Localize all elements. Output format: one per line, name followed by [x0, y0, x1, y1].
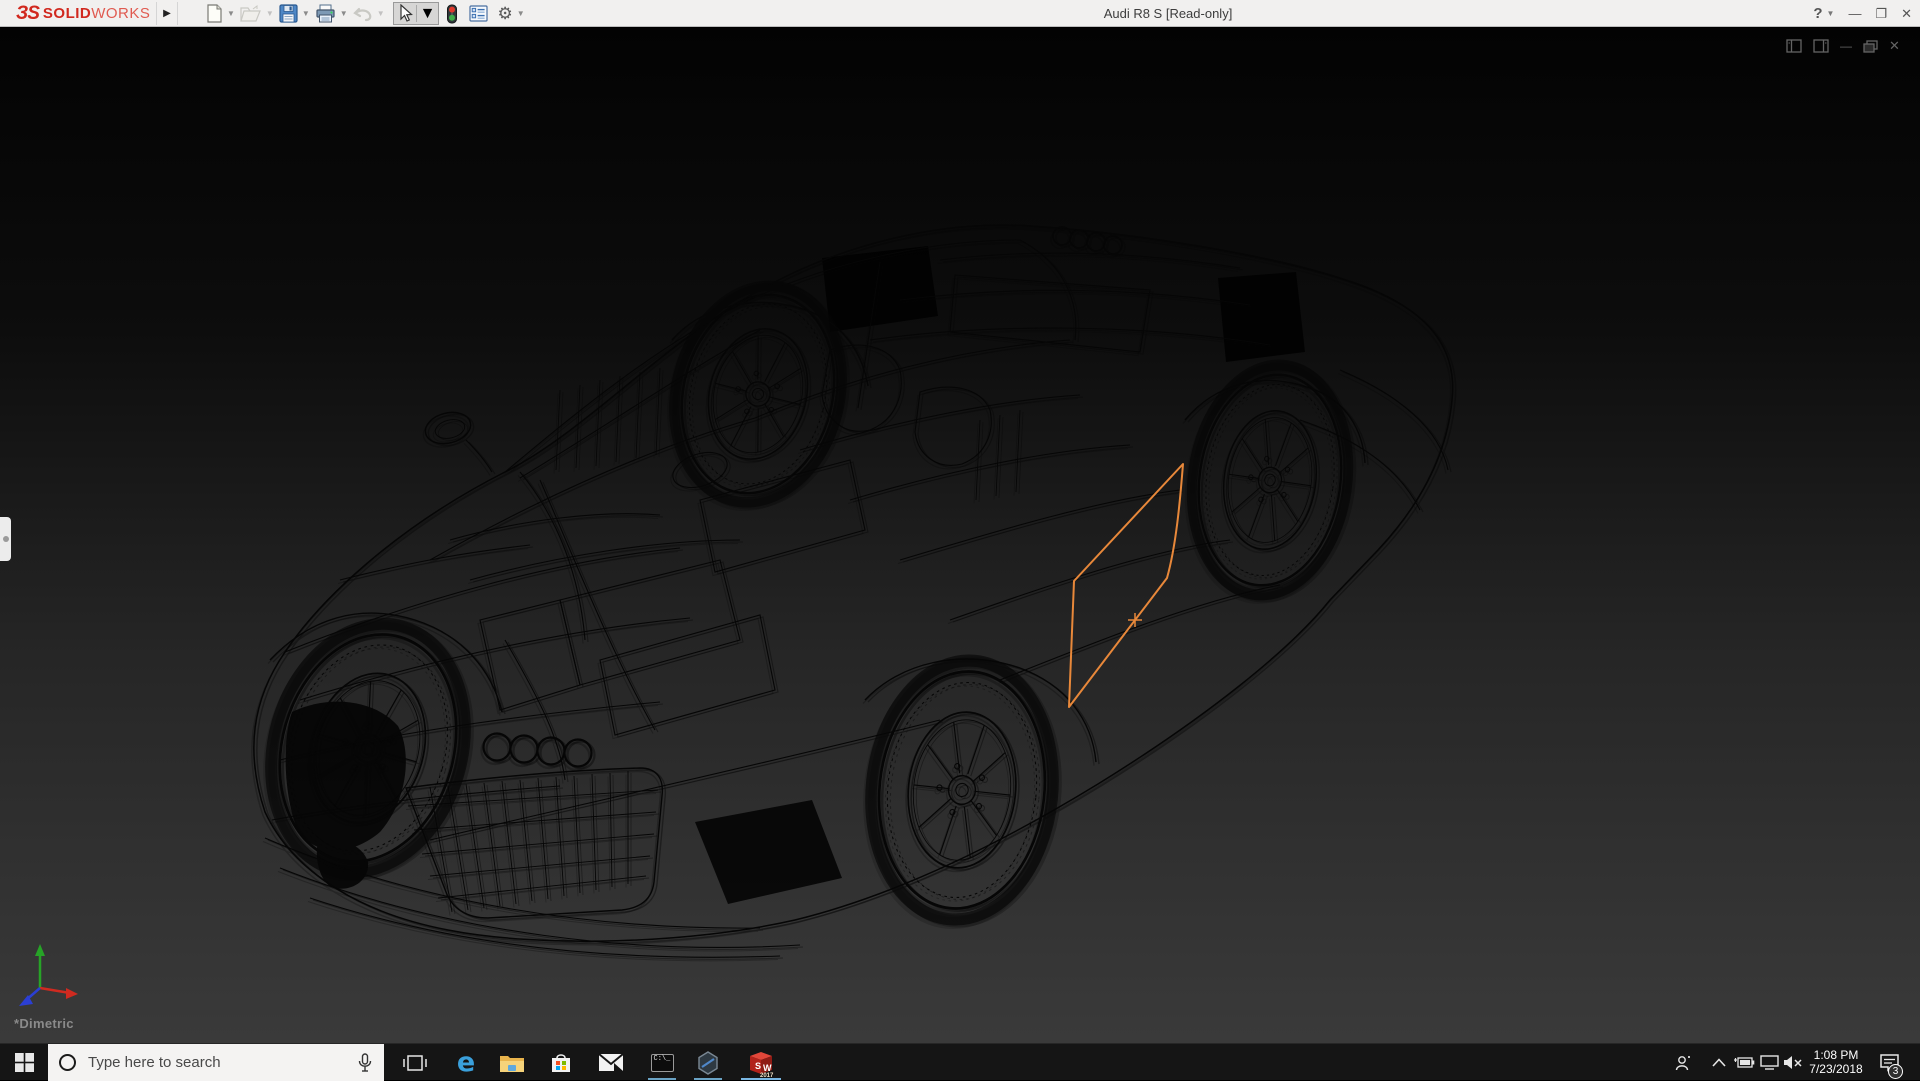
gear-icon: ⚙ — [497, 3, 513, 23]
start-button[interactable] — [0, 1044, 48, 1081]
task-view-icon — [403, 1054, 427, 1071]
quick-access-toolbar: ▼ ▼ ▼ ▼ ▼ ▼ ⚙ ▼ — [205, 0, 529, 27]
svg-text:W: W — [763, 1063, 772, 1073]
people-button[interactable] — [1670, 1044, 1698, 1081]
brand-bold: SOLID — [42, 5, 92, 22]
save-button[interactable]: ▼ — [278, 2, 311, 25]
edge-icon: e — [456, 1047, 476, 1078]
properties-list-icon — [469, 5, 489, 22]
search-placeholder: Type here to search — [88, 1054, 221, 1071]
battery-charging-icon — [1734, 1057, 1755, 1068]
people-icon — [1675, 1055, 1690, 1070]
pane-left-icon[interactable] — [1786, 39, 1802, 53]
command-prompt-button[interactable]: C:\_ — [640, 1044, 684, 1081]
file-explorer-icon — [500, 1055, 524, 1072]
restore-button[interactable]: ❐ — [1875, 6, 1887, 22]
dropdown-icon[interactable]: ▼ — [420, 5, 436, 23]
dropdown-icon[interactable]: ▼ — [340, 9, 348, 18]
tab-handle-icon — [2, 536, 9, 542]
flyout-arrow-icon: ▶ — [163, 8, 171, 19]
window-title: Audi R8 S [Read-only] — [1103, 6, 1233, 21]
view-orientation-label: *Dimetric — [14, 1016, 74, 1031]
microphone-icon[interactable] — [358, 1052, 372, 1073]
document-window-controls: — ✕ — [1786, 38, 1900, 54]
dropdown-icon[interactable]: ▼ — [517, 9, 525, 18]
open-document-icon — [240, 4, 261, 22]
rebuild-button[interactable] — [445, 2, 459, 26]
print-button[interactable]: ▼ — [314, 2, 349, 25]
undo-icon — [352, 7, 372, 21]
doc-restore-button[interactable] — [1863, 39, 1878, 53]
dropdown-icon[interactable]: ▼ — [302, 9, 310, 18]
new-document-icon — [207, 4, 222, 23]
task-pane-tab[interactable] — [0, 517, 11, 561]
clock-date: 7/23/2018 — [1809, 1061, 1863, 1076]
new-document-button[interactable]: ▼ — [205, 2, 236, 25]
dropdown-icon[interactable]: ▼ — [266, 9, 274, 18]
clock-time: 1:08 PM — [1813, 1048, 1859, 1062]
cortana-icon — [59, 1054, 76, 1071]
toolbar-flyout-button[interactable]: ▶ — [156, 2, 178, 25]
volume-status[interactable] — [1779, 1044, 1807, 1081]
print-icon — [316, 4, 335, 23]
save-icon — [279, 4, 298, 23]
network-icon — [1759, 1055, 1779, 1070]
properties-button[interactable] — [468, 3, 489, 24]
traffic-light-icon — [447, 4, 458, 23]
command-prompt-icon: C:\_ — [650, 1053, 674, 1072]
svg-text:2017: 2017 — [760, 1073, 774, 1078]
svg-text:S: S — [755, 1061, 761, 1071]
mail-button[interactable] — [589, 1044, 633, 1081]
dropdown-icon[interactable]: ▼ — [377, 9, 385, 18]
windows-logo-icon — [14, 1053, 34, 1072]
store-icon — [552, 1053, 570, 1072]
edge-button[interactable]: e — [444, 1044, 488, 1081]
tray-clock[interactable]: 1:08 PM 7/23/2018 — [1804, 1044, 1868, 1081]
graphics-viewport[interactable] — [0, 28, 1920, 1043]
mail-icon — [598, 1053, 624, 1071]
pane-right-icon[interactable] — [1813, 39, 1829, 53]
select-tool-button[interactable]: ▼ — [392, 2, 440, 25]
help-dropdown-icon[interactable]: ▼ — [1827, 9, 1835, 18]
doc-minimize-button[interactable]: — — [1840, 39, 1852, 53]
minimize-button[interactable]: — — [1848, 6, 1861, 21]
speaker-mute-icon — [1784, 1056, 1802, 1069]
search-box[interactable]: Type here to search — [48, 1044, 384, 1081]
undo-button[interactable]: ▼ — [352, 4, 386, 24]
taskbar: Type here to search e C:\_ S W 2017 1:08… — [0, 1043, 1920, 1081]
task-view-button[interactable] — [393, 1044, 437, 1081]
close-button[interactable]: ✕ — [1901, 6, 1912, 22]
solidworks-app-button[interactable]: S W 2017 — [739, 1044, 783, 1081]
titlebar: ЗS SOLID WORKS ▶ ▼ ▼ ▼ ▼ ▼ ▼ ⚙ ▼ Audi R8… — [0, 0, 1920, 27]
dropdown-icon[interactable]: ▼ — [227, 9, 235, 18]
titlebar-controls: ? ▼ — ❐ ✕ — [1813, 0, 1912, 27]
options-button[interactable]: ⚙ ▼ — [496, 2, 525, 26]
store-button[interactable] — [539, 1044, 583, 1081]
divider — [415, 5, 417, 22]
open-document-button[interactable]: ▼ — [239, 3, 275, 25]
mixed-reality-viewer-button[interactable] — [686, 1044, 730, 1081]
doc-close-button[interactable]: ✕ — [1889, 38, 1900, 54]
help-button[interactable]: ? — [1813, 5, 1822, 22]
hexagon-viewer-icon — [698, 1050, 718, 1075]
notification-badge: 3 — [1888, 1064, 1903, 1079]
solidworks-logo: ЗS SOLID WORKS — [16, 3, 150, 24]
solidworks-app-icon: S W 2017 — [750, 1051, 774, 1078]
chevron-up-icon — [1712, 1058, 1726, 1067]
select-cursor-icon — [400, 4, 413, 22]
brand-light: WORKS — [91, 5, 151, 22]
file-explorer-button[interactable] — [490, 1044, 534, 1081]
tray-overflow-button[interactable] — [1706, 1044, 1732, 1081]
battery-status[interactable] — [1731, 1044, 1757, 1081]
solidworks-mark-icon: ЗS — [16, 2, 40, 24]
